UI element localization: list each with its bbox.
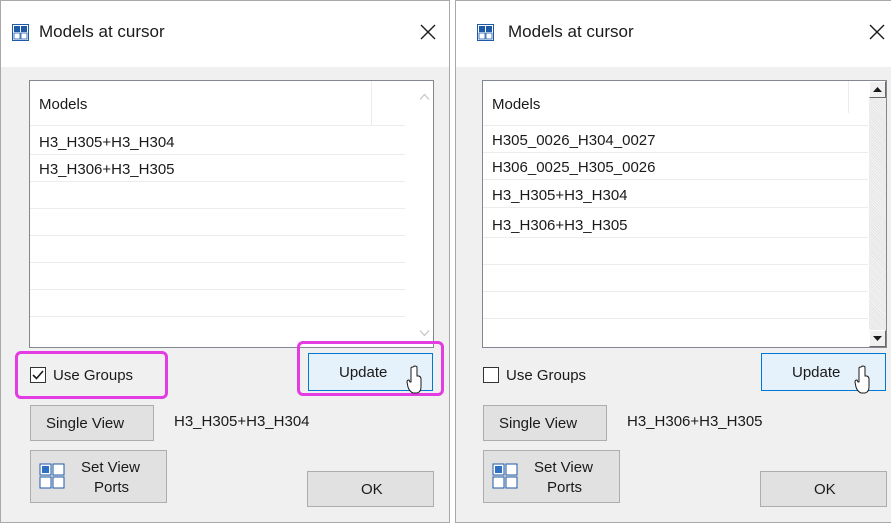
list-item[interactable]: H3_H306+H3_H305 [39, 161, 175, 178]
window-title: Models at cursor [39, 22, 165, 41]
scroll-up-arrow-icon[interactable] [419, 93, 430, 101]
scroll-down-button[interactable] [869, 330, 886, 347]
models-list[interactable]: Models H3_H305+H3_H304 H3_H306+H3_H305 [29, 80, 434, 348]
vertical-scrollbar[interactable] [869, 81, 886, 347]
selected-model-text: H3_H306+H3_H305 [627, 413, 763, 430]
mouse-pointer-icon [854, 365, 870, 394]
models-at-cursor-dialog-right: Models at cursor Models H305_0026_H304_0… [455, 0, 891, 523]
scroll-down-arrow-icon [873, 336, 882, 341]
update-button-label: Update [339, 364, 388, 381]
list-header-models: Models [492, 96, 541, 113]
close-icon[interactable] [419, 23, 437, 41]
list-item[interactable]: H3_H305+H3_H304 [39, 134, 175, 151]
scroll-up-button[interactable] [869, 81, 886, 98]
scroll-up-arrow-icon [873, 87, 882, 92]
set-view-label-line2: Ports [547, 479, 583, 496]
mouse-pointer-icon [406, 365, 422, 394]
single-view-button[interactable]: Single View [483, 405, 607, 441]
window-title: Models at cursor [508, 22, 634, 41]
set-view-label-line1: Set View [534, 459, 593, 476]
ok-button-label: OK [361, 481, 383, 498]
set-view-label-line2: Ports [94, 479, 130, 496]
list-item[interactable]: H306_0025_H305_0026 [492, 159, 655, 176]
single-view-button-label: Single View [499, 415, 578, 432]
window-grid-icon [12, 24, 29, 41]
list-header-models: Models [39, 96, 88, 113]
viewports-grid-icon [492, 463, 518, 489]
use-groups-checkbox[interactable] [483, 367, 499, 383]
set-view-ports-button[interactable]: Set View Ports [30, 450, 167, 503]
list-item[interactable]: H3_H305+H3_H304 [492, 187, 628, 204]
use-groups-label[interactable]: Use Groups [53, 367, 133, 384]
set-view-ports-button[interactable]: Set View Ports [483, 450, 620, 503]
title-bar: Models at cursor [456, 1, 891, 67]
window-grid-icon [477, 24, 494, 41]
use-groups-label[interactable]: Use Groups [506, 367, 586, 384]
use-groups-checkbox[interactable] [30, 367, 46, 383]
title-bar: Models at cursor [1, 1, 449, 67]
models-list[interactable]: Models H305_0026_H304_0027 H306_0025_H30… [482, 80, 887, 348]
ok-button[interactable]: OK [307, 471, 434, 507]
single-view-button[interactable]: Single View [30, 405, 154, 441]
ok-button-label: OK [814, 481, 836, 498]
update-button-label: Update [792, 364, 841, 381]
viewports-grid-icon [39, 463, 65, 489]
scroll-down-arrow-icon[interactable] [419, 329, 430, 337]
close-icon[interactable] [868, 23, 886, 41]
list-item[interactable]: H3_H306+H3_H305 [492, 217, 628, 234]
selected-model-text: H3_H305+H3_H304 [174, 413, 310, 430]
vertical-scrollbar[interactable] [416, 81, 433, 347]
checkmark-icon [32, 370, 44, 380]
list-item[interactable]: H305_0026_H304_0027 [492, 132, 655, 149]
models-at-cursor-dialog-left: Models at cursor Models H3_H305+H3_H304 … [0, 0, 450, 523]
single-view-button-label: Single View [46, 415, 125, 432]
ok-button[interactable]: OK [760, 471, 887, 507]
set-view-label-line1: Set View [81, 459, 140, 476]
